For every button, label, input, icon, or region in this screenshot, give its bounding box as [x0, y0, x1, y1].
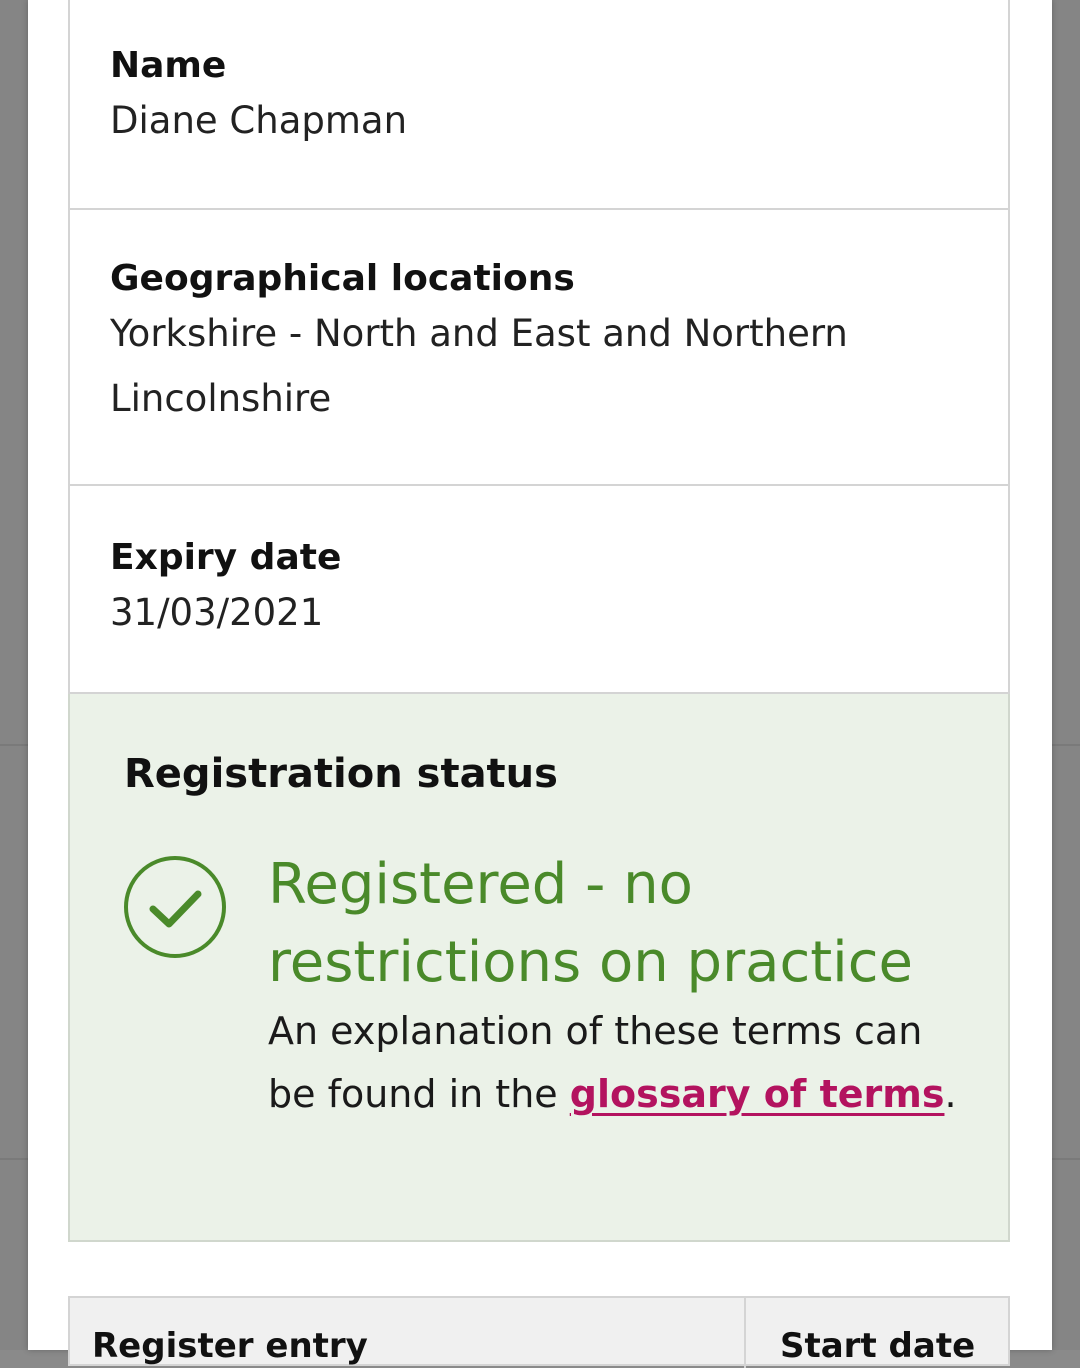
name-value: Diane Chapman	[110, 99, 408, 142]
geographical-locations-label: Geographical locations	[110, 258, 575, 299]
registration-status-title: Registration status	[124, 751, 558, 797]
column-header-register-entry: Register entry	[92, 1326, 368, 1366]
explanation-suffix: .	[944, 1072, 957, 1116]
registration-status-text: Registered - no restrictions on practice	[268, 852, 913, 995]
expiry-date-value: 31/03/2021	[110, 591, 324, 634]
register-entries-table-header: Register entry Start date	[68, 1296, 1010, 1368]
registrant-details-panel: Name Diane Chapman Geographical location…	[28, 0, 1052, 1368]
geographical-locations-row: Geographical locations Yorkshire - North…	[70, 210, 1008, 486]
glossary-of-terms-link[interactable]: glossary of terms	[570, 1072, 945, 1116]
expiry-date-row: Expiry date 31/03/2021	[70, 486, 1008, 694]
column-header-start-date: Start date	[780, 1326, 976, 1366]
registration-status-box: Registration status Registered - no rest…	[68, 694, 1010, 1242]
name-row: Name Diane Chapman	[70, 0, 1008, 210]
check-circle-icon	[124, 856, 226, 958]
name-label: Name	[110, 45, 227, 86]
geographical-locations-value: Yorkshire - North and East and Northern …	[110, 312, 848, 420]
details-card: Name Diane Chapman Geographical location…	[68, 0, 1010, 694]
registration-status-explanation: An explanation of these terms can be fou…	[268, 1000, 958, 1126]
column-divider	[744, 1298, 746, 1368]
expiry-date-label: Expiry date	[110, 537, 342, 578]
